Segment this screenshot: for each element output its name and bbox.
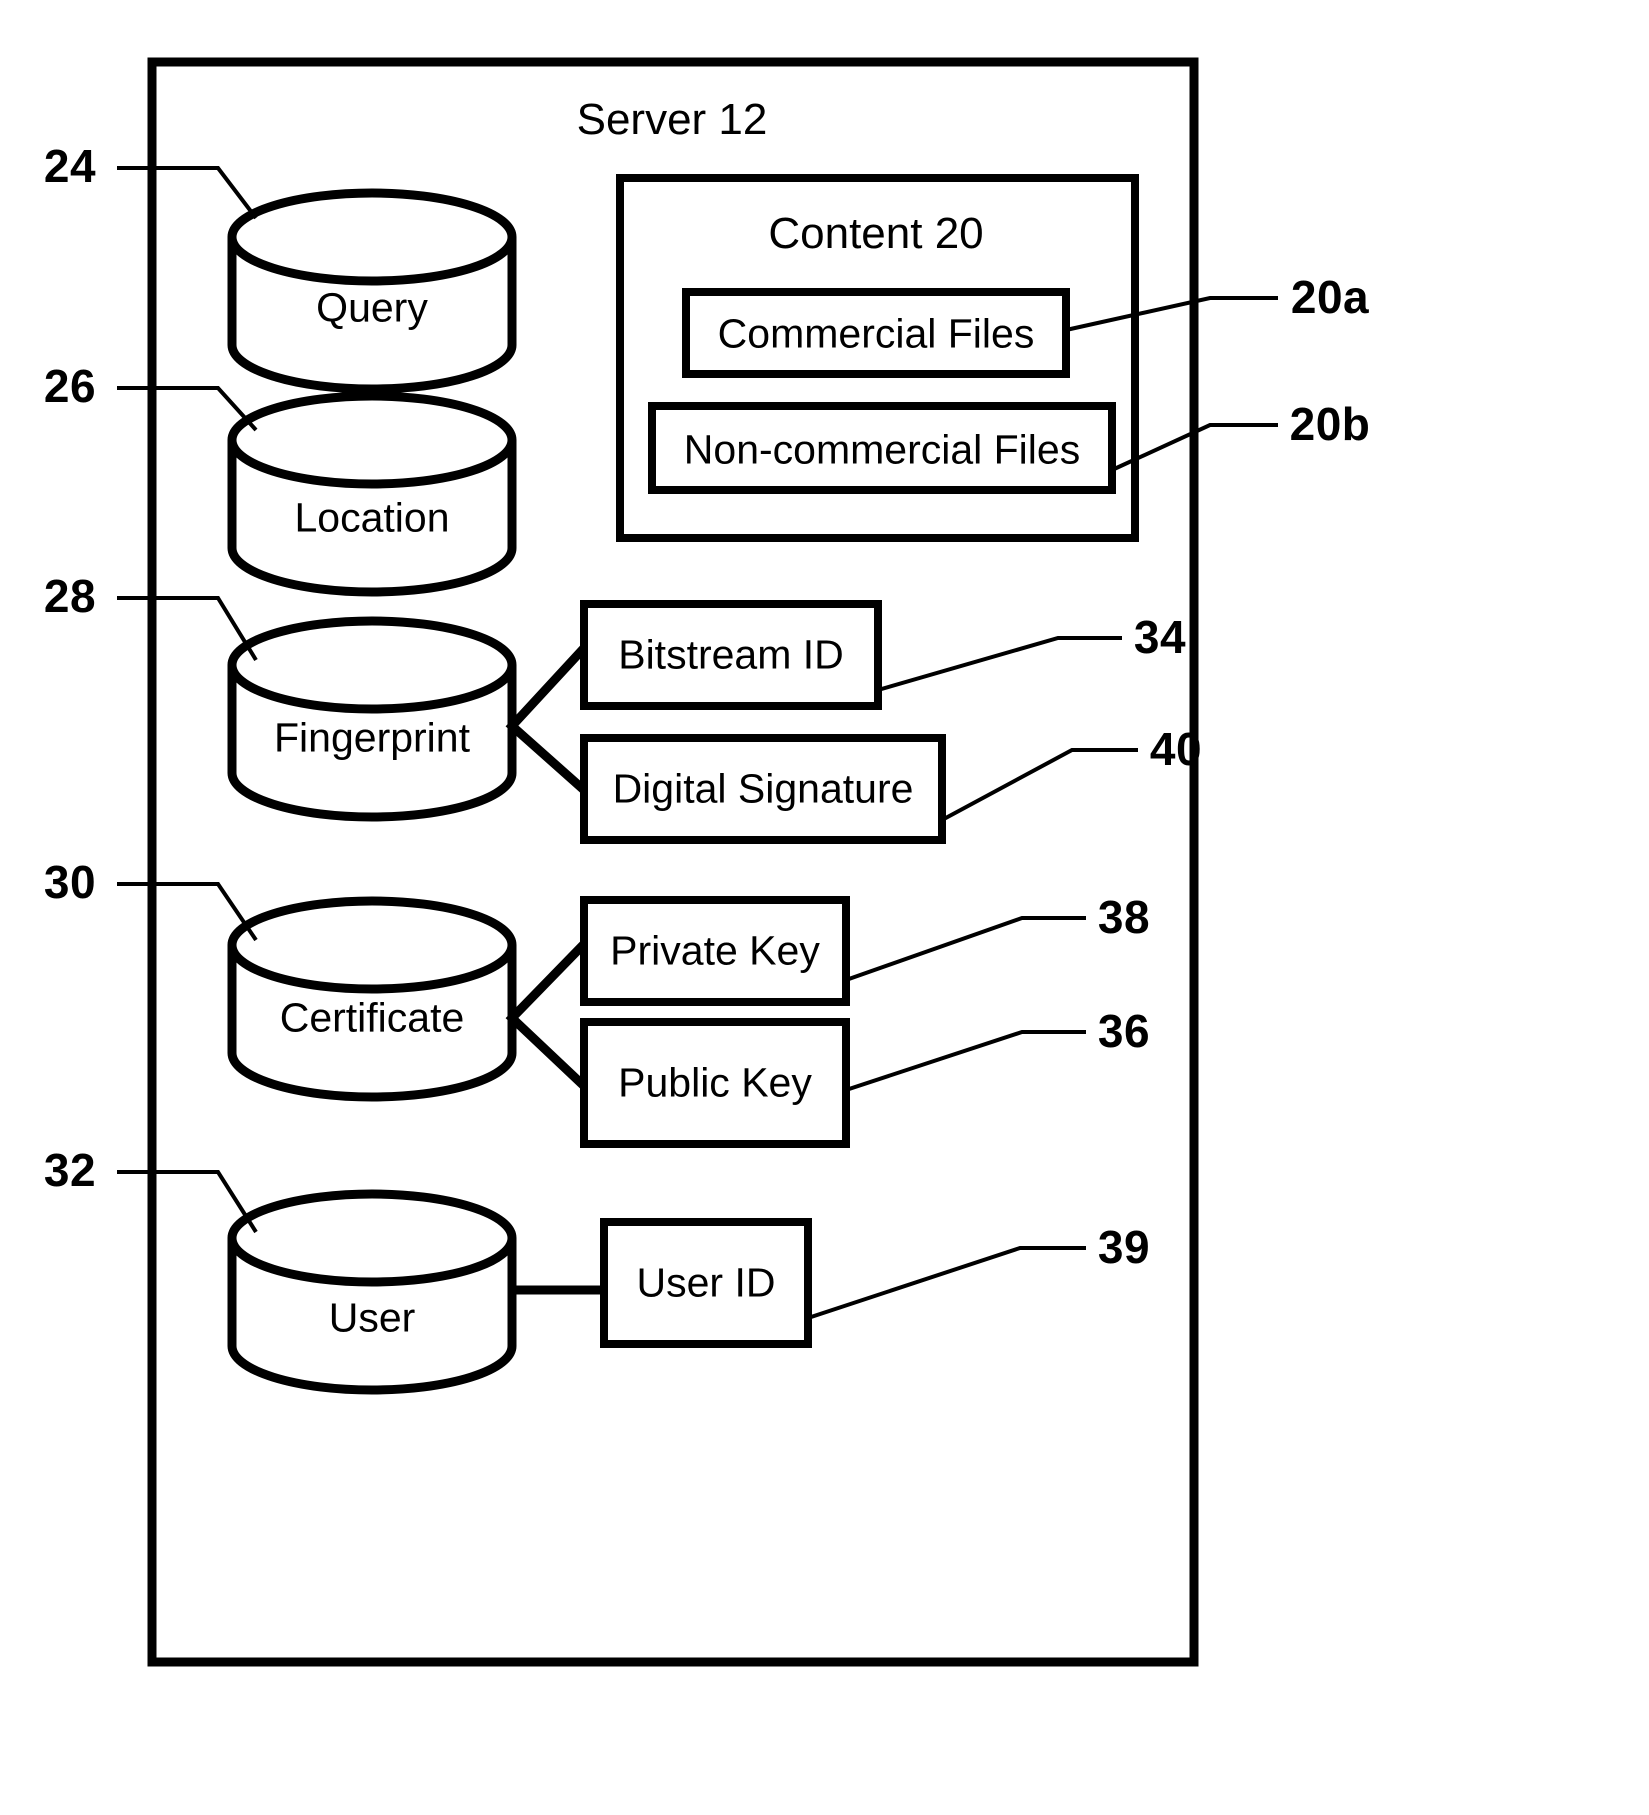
leader-line-38 — [845, 916, 1086, 982]
certificate-branch-connector — [505, 940, 588, 1090]
noncommercial-files-label: Non-commercial Files — [683, 426, 1081, 473]
user-cylinder-shape — [227, 1189, 517, 1395]
ref-numeral-36: 36 — [1097, 1005, 1151, 1057]
server-title: Server 12 — [576, 95, 768, 144]
ref-numeral-30: 30 — [43, 856, 97, 908]
ref-numeral-24: 24 — [43, 140, 97, 192]
diagram-vector-layer — [117, 57, 1278, 1667]
ref-numeral-26: 26 — [43, 360, 97, 412]
ref-numeral-40: 40 — [1149, 723, 1203, 775]
leader-line-40 — [941, 748, 1138, 822]
ref-numeral-20a: 20a — [1290, 271, 1370, 323]
user-id-label: User ID — [636, 1259, 776, 1306]
fingerprint-db-label: Fingerprint — [274, 714, 470, 761]
private-key-label: Private Key — [610, 927, 820, 974]
public-key-label: Public Key — [618, 1059, 812, 1106]
ref-numeral-28: 28 — [43, 570, 97, 622]
ref-numeral-34: 34 — [1133, 611, 1187, 663]
digital-signature-label: Digital Signature — [612, 765, 914, 812]
leader-line-24 — [117, 166, 258, 220]
figure-canvas: Server 12 Content 20 Commercial Files No… — [0, 0, 1649, 1815]
ref-numeral-39: 39 — [1097, 1221, 1151, 1273]
content-group-title: Content 20 — [768, 209, 984, 258]
ref-numeral-20b: 20b — [1289, 398, 1371, 450]
query-db-label: Query — [316, 284, 428, 331]
user-db-label: User — [328, 1294, 416, 1341]
commercial-files-label: Commercial Files — [717, 310, 1035, 357]
certificate-db-label: Certificate — [279, 994, 465, 1041]
leader-line-34 — [877, 636, 1122, 692]
bitstream-id-label: Bitstream ID — [618, 631, 844, 678]
ref-numeral-38: 38 — [1097, 891, 1151, 943]
leader-line-20a — [1065, 296, 1278, 332]
fingerprint-branch-connector — [505, 644, 588, 794]
leader-line-36 — [845, 1030, 1086, 1092]
leader-line-39 — [807, 1246, 1086, 1320]
ref-numeral-32: 32 — [43, 1144, 97, 1196]
location-db-label: Location — [294, 494, 450, 541]
